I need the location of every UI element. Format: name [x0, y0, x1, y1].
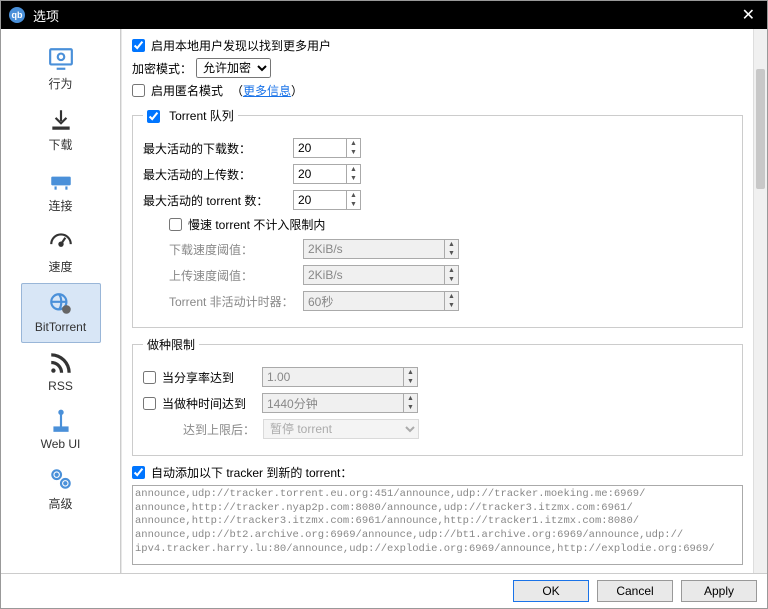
encryption-row: 加密模式： 允许加密	[132, 58, 743, 78]
more-info-link[interactable]: 更多信息	[243, 84, 291, 98]
auto-tracker-row: 自动添加以下 tracker 到新的 torrent：	[132, 464, 743, 481]
sidebar-item-advanced[interactable]: 高级	[21, 459, 101, 520]
anon-row: 启用匿名模式 （更多信息）	[132, 82, 743, 99]
scrollbar-thumb[interactable]	[756, 69, 765, 189]
dont-count-slow-checkbox[interactable]	[169, 218, 182, 231]
gears-icon	[21, 465, 101, 493]
torrent-queue-fieldset: Torrent 队列 最大活动的下载数： ▲▼ 最大活动的上传数： ▲▼ 最大活…	[132, 107, 743, 328]
options-window: qb 选项 ✕ 行为 下载 连接 速度 BitTorrent	[0, 0, 768, 609]
queue-legend: Torrent 队列	[143, 107, 238, 124]
enable-lpd-checkbox[interactable]	[132, 39, 145, 52]
then-action-select: 暂停 torrent	[263, 419, 419, 439]
ul-threshold-spinner: ▲▼	[303, 265, 459, 285]
sidebar-item-rss[interactable]: RSS	[21, 343, 101, 401]
sidebar-item-label: Web UI	[21, 437, 101, 451]
cancel-button[interactable]: Cancel	[597, 580, 673, 602]
globe-gear-icon	[22, 290, 100, 318]
anon-mode-label: 启用匿名模式	[151, 82, 223, 99]
titlebar: qb 选项 ✕	[1, 1, 767, 29]
encryption-mode-label: 加密模式：	[132, 60, 192, 77]
footer: OK Cancel Apply	[1, 573, 767, 608]
sidebar-item-connection[interactable]: 连接	[21, 161, 101, 222]
ok-button[interactable]: OK	[513, 580, 589, 602]
sidebar: 行为 下载 连接 速度 BitTorrent RSS	[1, 29, 121, 573]
scrollbar[interactable]	[753, 29, 767, 573]
rss-icon	[21, 349, 101, 377]
time-limit-checkbox[interactable]	[143, 397, 156, 410]
then-action-label: 达到上限后：	[183, 421, 263, 438]
close-icon[interactable]: ✕	[738, 5, 759, 25]
download-icon	[21, 106, 101, 134]
content-panel: 启用本地用户发现以找到更多用户 加密模式： 允许加密 启用匿名模式 （更多信息）…	[121, 29, 753, 573]
max-downloads-spinner[interactable]: ▲▼	[293, 138, 361, 158]
apply-button[interactable]: Apply	[681, 580, 757, 602]
sidebar-item-label: RSS	[21, 379, 101, 393]
anon-mode-checkbox[interactable]	[132, 84, 145, 97]
max-active-spinner[interactable]: ▲▼	[293, 190, 361, 210]
dont-count-slow-label: 慢速 torrent 不计入限制内	[188, 216, 325, 233]
spinner-down-icon: ▼	[347, 148, 360, 157]
monitor-gear-icon	[21, 45, 101, 73]
sidebar-item-label: 连接	[21, 197, 101, 214]
network-icon	[21, 167, 101, 195]
ratio-limit-checkbox[interactable]	[143, 371, 156, 384]
window-title: 选项	[33, 6, 738, 25]
dl-threshold-label: 下载速度阈值：	[169, 241, 303, 258]
antenna-icon	[21, 407, 101, 435]
sidebar-item-label: BitTorrent	[22, 320, 100, 334]
ratio-spinner: ▲▼	[262, 367, 418, 387]
time-spinner: ▲▼	[262, 393, 418, 413]
sidebar-item-label: 高级	[21, 495, 101, 512]
app-icon: qb	[9, 7, 25, 23]
ratio-limit-label: 当分享率达到	[162, 369, 262, 386]
time-limit-label: 当做种时间达到	[162, 395, 262, 412]
dl-threshold-spinner: ▲▼	[303, 239, 459, 259]
max-uploads-spinner[interactable]: ▲▼	[293, 164, 361, 184]
sidebar-item-bittorrent[interactable]: BitTorrent	[21, 283, 101, 343]
seeding-legend: 做种限制	[143, 336, 199, 353]
trackers-textarea[interactable]: announce,udp://tracker.torrent.eu.org:45…	[132, 485, 743, 565]
enable-lpd-label: 启用本地用户发现以找到更多用户	[151, 37, 331, 54]
seeding-limits-fieldset: 做种限制 当分享率达到 ▲▼ 当做种时间达到 ▲▼ 达到上限后： 暂停 torr…	[132, 336, 743, 456]
inactive-timer-spinner: ▲▼	[303, 291, 459, 311]
sidebar-item-download[interactable]: 下载	[21, 100, 101, 161]
queue-enable-checkbox[interactable]	[147, 110, 160, 123]
sidebar-item-label: 下载	[21, 136, 101, 153]
sidebar-item-webui[interactable]: Web UI	[21, 401, 101, 459]
ul-threshold-label: 上传速度阈值：	[169, 267, 303, 284]
max-active-label: 最大活动的 torrent 数：	[143, 192, 293, 209]
sidebar-item-behavior[interactable]: 行为	[21, 39, 101, 100]
lpd-row: 启用本地用户发现以找到更多用户	[132, 37, 743, 54]
max-downloads-label: 最大活动的下载数：	[143, 140, 293, 157]
encryption-mode-select[interactable]: 允许加密	[196, 58, 271, 78]
body: 行为 下载 连接 速度 BitTorrent RSS	[1, 29, 767, 573]
max-uploads-label: 最大活动的上传数：	[143, 166, 293, 183]
sidebar-item-label: 速度	[21, 258, 101, 275]
sidebar-item-label: 行为	[21, 75, 101, 92]
spinner-up-icon: ▲	[347, 139, 360, 148]
gauge-icon	[21, 228, 101, 256]
auto-add-trackers-label: 自动添加以下 tracker 到新的 torrent：	[151, 464, 352, 481]
inactive-timer-label: Torrent 非活动计时器：	[169, 293, 303, 310]
sidebar-item-speed[interactable]: 速度	[21, 222, 101, 283]
auto-add-trackers-checkbox[interactable]	[132, 466, 145, 479]
